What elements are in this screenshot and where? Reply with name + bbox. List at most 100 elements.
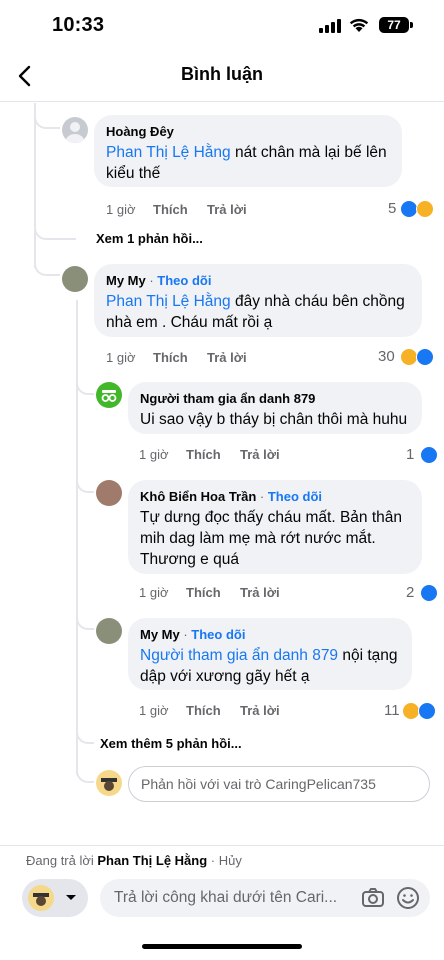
sad-icon: [416, 200, 434, 218]
comment-text-part: dập với xương gãy hết ạ: [140, 668, 310, 685]
like-button[interactable]: Thích: [186, 703, 221, 718]
comment-text-part: nát chân mà lại bế lên: [230, 144, 387, 161]
comment-text-part: nội tạng: [338, 647, 398, 664]
reply-button[interactable]: Trả lời: [207, 202, 247, 217]
like-button[interactable]: Thích: [186, 447, 221, 462]
comment-time: 1 giờ: [106, 202, 136, 217]
view-replies-link[interactable]: Xem 1 phản hồi...: [96, 231, 203, 246]
like-button[interactable]: Thích: [153, 202, 188, 217]
avatar[interactable]: [62, 117, 88, 143]
home-indicator: [142, 944, 302, 949]
pelican-avatar-icon: [101, 778, 117, 791]
comment-time: 1 giờ: [106, 350, 136, 365]
replying-to-name: Phan Thị Lệ Hằng: [97, 853, 208, 868]
reply-button[interactable]: Trả lời: [240, 585, 280, 600]
like-button[interactable]: Thích: [186, 585, 221, 600]
comment-time: 1 giờ: [139, 585, 169, 600]
reaction-summary[interactable]: 2: [406, 584, 440, 604]
avatar[interactable]: [96, 618, 122, 644]
reply-button[interactable]: Trả lời: [240, 703, 280, 718]
thread-connector: [76, 755, 94, 783]
comment-text-part: nhà em . Cháu mất rồi ạ: [106, 314, 273, 331]
comment-text-part: Thương e quá: [140, 551, 239, 568]
comment-text-part: đây nhà cháu bên chồng: [230, 293, 405, 310]
anonymous-avatar[interactable]: [96, 382, 122, 408]
follow-button[interactable]: Theo dõi: [191, 627, 245, 642]
author-name[interactable]: My My: [140, 627, 180, 642]
thread-reply-input[interactable]: Phản hồi với vai trò CaringPelican735: [128, 766, 430, 802]
comment-author[interactable]: Hoàng Đêy: [106, 123, 390, 140]
separator-dot: ·: [145, 273, 158, 288]
incognito-icon: [101, 390, 117, 402]
emoji-icon[interactable]: [396, 886, 420, 910]
like-icon: [418, 702, 436, 720]
reaction-summary[interactable]: 1: [406, 446, 440, 466]
view-more-replies-link[interactable]: Xem thêm 5 phản hồi...: [100, 736, 242, 751]
reply-button[interactable]: Trả lời: [240, 447, 280, 462]
like-button[interactable]: Thích: [153, 350, 188, 365]
reaction-summary[interactable]: 30: [378, 348, 440, 368]
header: Bình luận: [0, 50, 444, 102]
camera-icon[interactable]: [361, 886, 385, 910]
comment-text: Người tham gia ẩn danh 879 nội tạng dập v…: [140, 645, 400, 687]
chevron-down-icon: [66, 895, 76, 900]
mention-link[interactable]: Phan Thị Lệ Hằng: [106, 293, 231, 310]
like-icon: [420, 584, 438, 602]
thread-line: [76, 300, 78, 775]
thread-connector: [76, 720, 94, 744]
reaction-summary[interactable]: 11: [384, 702, 440, 722]
reaction-count: 11: [384, 702, 400, 719]
reply-button[interactable]: Trả lời: [207, 350, 247, 365]
like-icon: [416, 348, 434, 366]
wifi-icon: [349, 18, 369, 32]
thread-connector: [34, 240, 60, 276]
reaction-count: 5: [388, 200, 397, 217]
thread-connector: [76, 612, 94, 630]
composer-divider: [0, 845, 444, 846]
current-user-avatar: [96, 770, 122, 796]
pelican-avatar-icon: [33, 893, 49, 906]
cancel-reply-button[interactable]: · Hủy: [207, 853, 242, 868]
separator-dot: ·: [179, 627, 192, 642]
thread-connector: [76, 475, 94, 493]
thread-connector: [34, 200, 76, 240]
replying-to-bar: Đang trả lời Phan Thị Lệ Hằng · Hủy: [26, 853, 242, 868]
mention-link[interactable]: Phan Thị Lệ Hằng: [106, 144, 231, 161]
comment-text: Phan Thị Lệ Hằng nát chân mà lại bế lên k…: [106, 142, 390, 184]
mention-link[interactable]: Người tham gia ẩn danh 879: [140, 647, 338, 664]
author-name[interactable]: My My: [106, 273, 146, 288]
comment-actions: 1 giờ Thích Trả lời: [139, 703, 339, 721]
avatar[interactable]: [62, 266, 88, 292]
comment-bubble: Khô Biển Hoa Trần · Theo dõi Tự dưng đọc…: [128, 480, 422, 574]
like-icon: [420, 446, 438, 464]
comment-bubble: Người tham gia ẩn danh 879 Ui sao vậy b …: [128, 382, 422, 434]
comment-bubble: Hoàng Đêy Phan Thị Lệ Hằng nát chân mà l…: [94, 115, 402, 187]
comment-bubble: My My · Theo dõi Phan Thị Lệ Hằng đây nh…: [94, 264, 422, 337]
comment-bubble: My My · Theo dõi Người tham gia ẩn danh …: [128, 618, 412, 690]
replying-prefix: Đang trả lời: [26, 853, 98, 868]
comment-author: Khô Biển Hoa Trần · Theo dõi: [140, 488, 410, 505]
follow-button[interactable]: Theo dõi: [157, 273, 211, 288]
author-name[interactable]: Khô Biển Hoa Trần: [140, 489, 256, 504]
comment-actions: 1 giờ Thích Trả lời: [139, 585, 339, 603]
identity-avatar: [28, 885, 54, 911]
comment-text-part: kiểu thế: [106, 165, 161, 182]
avatar[interactable]: [96, 480, 122, 506]
comment-actions: 1 giờ Thích Trả lời: [139, 447, 339, 465]
status-time: 10:33: [52, 14, 105, 36]
comment-text: Phan Thị Lệ Hằng đây nhà cháu bên chồng n…: [106, 291, 410, 333]
reaction-summary[interactable]: 5: [386, 200, 440, 220]
comment-time: 1 giờ: [139, 703, 169, 718]
follow-button[interactable]: Theo dõi: [268, 489, 322, 504]
thread-connector: [34, 103, 60, 129]
battery-cap: [410, 22, 413, 28]
page-title: Bình luận: [181, 64, 263, 84]
comment-text-part: Tự dưng đọc thấy cháu mất. Bản thân: [140, 509, 403, 526]
comment-text: Tự dưng đọc thấy cháu mất. Bản thân mih d…: [140, 507, 410, 570]
identity-selector[interactable]: [22, 879, 88, 917]
reaction-count: 2: [406, 584, 415, 601]
comment-text: Ui sao vậy b tháy bị chân thôi mà huhu: [140, 411, 408, 428]
comment-time: 1 giờ: [139, 447, 169, 462]
comment-author[interactable]: Người tham gia ẩn danh 879: [140, 390, 410, 407]
cellular-signal-icon: [319, 19, 341, 33]
